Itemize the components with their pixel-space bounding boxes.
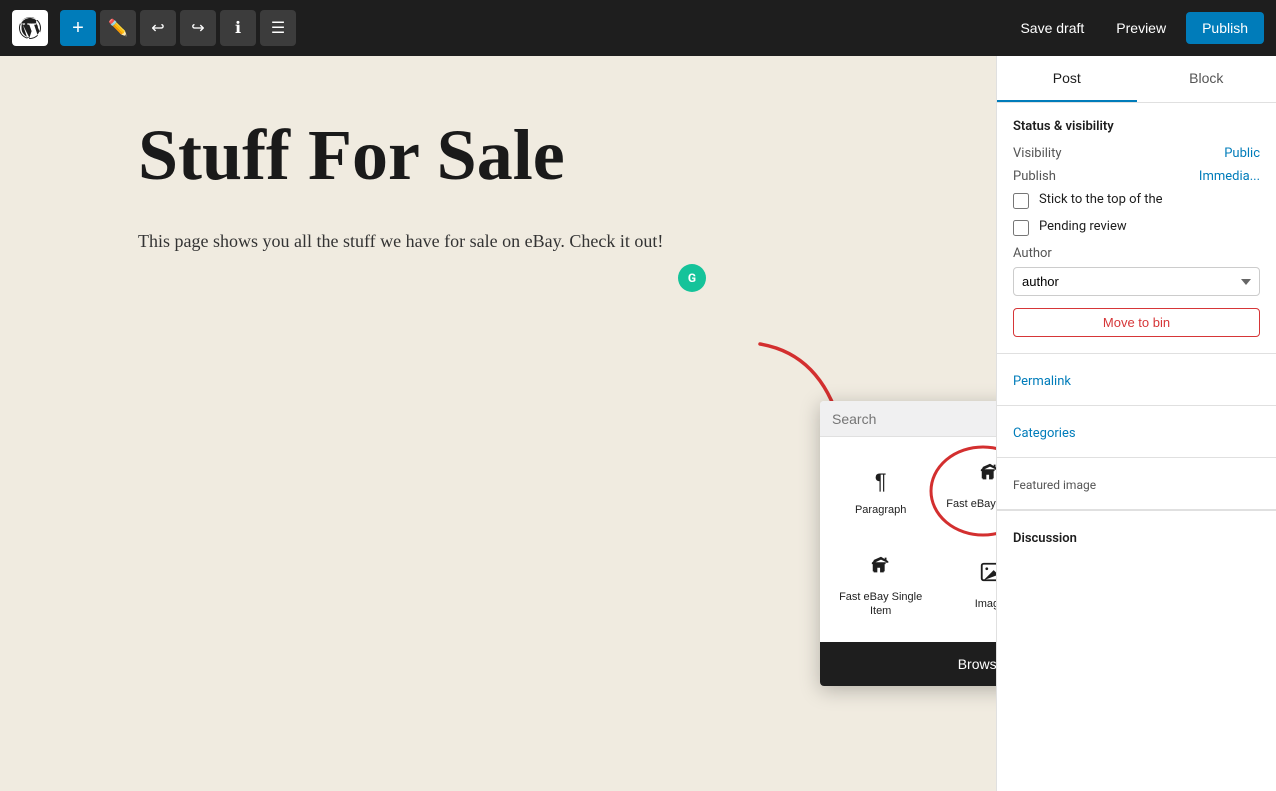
search-row: [820, 401, 996, 437]
sidebar-tabs: Post Block: [997, 56, 1276, 103]
block-label-fast-ebay-search: Fast eBay Search: [946, 497, 996, 511]
page-content: Stuff For Sale This page shows you all t…: [138, 116, 858, 256]
grammarly-icon[interactable]: G: [678, 264, 706, 292]
tab-block[interactable]: Block: [1137, 56, 1276, 102]
block-label-image: Image: [975, 597, 996, 611]
stick-to-top-checkbox[interactable]: [1013, 193, 1029, 209]
featured-image-label: Featured image: [1013, 478, 1096, 492]
fast-ebay-search-icon: [979, 461, 996, 489]
discussion-section: Discussion: [997, 510, 1276, 562]
status-visibility-section: Status & visibility Visibility Public Pu…: [997, 103, 1276, 354]
edit-tool-button[interactable]: ✏️: [100, 10, 136, 46]
author-label: Author: [1013, 246, 1260, 261]
permalink-section: Permalink: [997, 354, 1276, 406]
publish-label: Publish: [1013, 169, 1056, 184]
redo-button[interactable]: ↪: [180, 10, 216, 46]
stick-to-top-row: Stick to the top of the: [1013, 192, 1260, 209]
visibility-label: Visibility: [1013, 146, 1062, 161]
block-item-image[interactable]: Image: [937, 542, 996, 631]
toolbar-right: Save draft Preview Publish: [1008, 12, 1264, 44]
publish-button[interactable]: Publish: [1186, 12, 1264, 44]
permalink-link[interactable]: Permalink: [1013, 374, 1071, 389]
block-item-paragraph[interactable]: ¶ Paragraph: [828, 449, 933, 538]
featured-image-section: Featured image: [997, 458, 1276, 510]
sidebar-panel: Post Block Status & visibility Visibilit…: [996, 56, 1276, 791]
visibility-row: Visibility Public: [1013, 146, 1260, 161]
page-body: This page shows you all the stuff we hav…: [138, 227, 858, 256]
undo-button[interactable]: ↩: [140, 10, 176, 46]
fast-ebay-single-item-icon: [870, 554, 892, 582]
main-layout: Stuff For Sale This page shows you all t…: [0, 56, 1276, 791]
wp-logo: [12, 10, 48, 46]
image-icon: [979, 561, 996, 589]
page-title: Stuff For Sale: [138, 116, 858, 195]
pending-review-checkbox[interactable]: [1013, 220, 1029, 236]
browse-all-button[interactable]: Browse all: [820, 642, 996, 686]
block-item-fast-ebay-single-item[interactable]: Fast eBay Single Item: [828, 542, 933, 631]
categories-link[interactable]: Categories: [1013, 426, 1076, 441]
publish-value[interactable]: Immedia...: [1199, 169, 1260, 184]
block-label-fast-ebay-single-item: Fast eBay Single Item: [836, 590, 925, 619]
visibility-value[interactable]: Public: [1224, 146, 1260, 161]
categories-section: Categories: [997, 406, 1276, 458]
stick-to-top-label: Stick to the top of the: [1039, 192, 1163, 207]
block-inserter: ¶ Paragraph Fast eBay Search: [820, 401, 996, 686]
tab-post[interactable]: Post: [997, 56, 1137, 102]
move-to-bin-button[interactable]: Move to bin: [1013, 308, 1260, 337]
status-section-title: Status & visibility: [1013, 119, 1260, 134]
toolbar: + ✏️ ↩ ↪ ℹ ☰ Save draft Preview Publish: [0, 0, 1276, 56]
save-draft-button[interactable]: Save draft: [1008, 14, 1096, 42]
list-view-button[interactable]: ☰: [260, 10, 296, 46]
block-item-fast-ebay-search[interactable]: Fast eBay Search: [937, 449, 996, 523]
blocks-grid: ¶ Paragraph Fast eBay Search: [820, 437, 996, 642]
pending-review-row: Pending review: [1013, 219, 1260, 236]
block-label-paragraph: Paragraph: [855, 503, 906, 517]
preview-button[interactable]: Preview: [1104, 14, 1178, 42]
publish-row: Publish Immedia...: [1013, 169, 1260, 184]
block-search-input[interactable]: [832, 411, 996, 427]
info-button[interactable]: ℹ: [220, 10, 256, 46]
discussion-title: Discussion: [1013, 531, 1077, 546]
pending-review-label: Pending review: [1039, 219, 1127, 234]
author-select[interactable]: author: [1013, 267, 1260, 296]
add-block-toolbar-button[interactable]: +: [60, 10, 96, 46]
paragraph-icon: ¶: [875, 469, 887, 495]
canvas-area: Stuff For Sale This page shows you all t…: [0, 56, 996, 791]
